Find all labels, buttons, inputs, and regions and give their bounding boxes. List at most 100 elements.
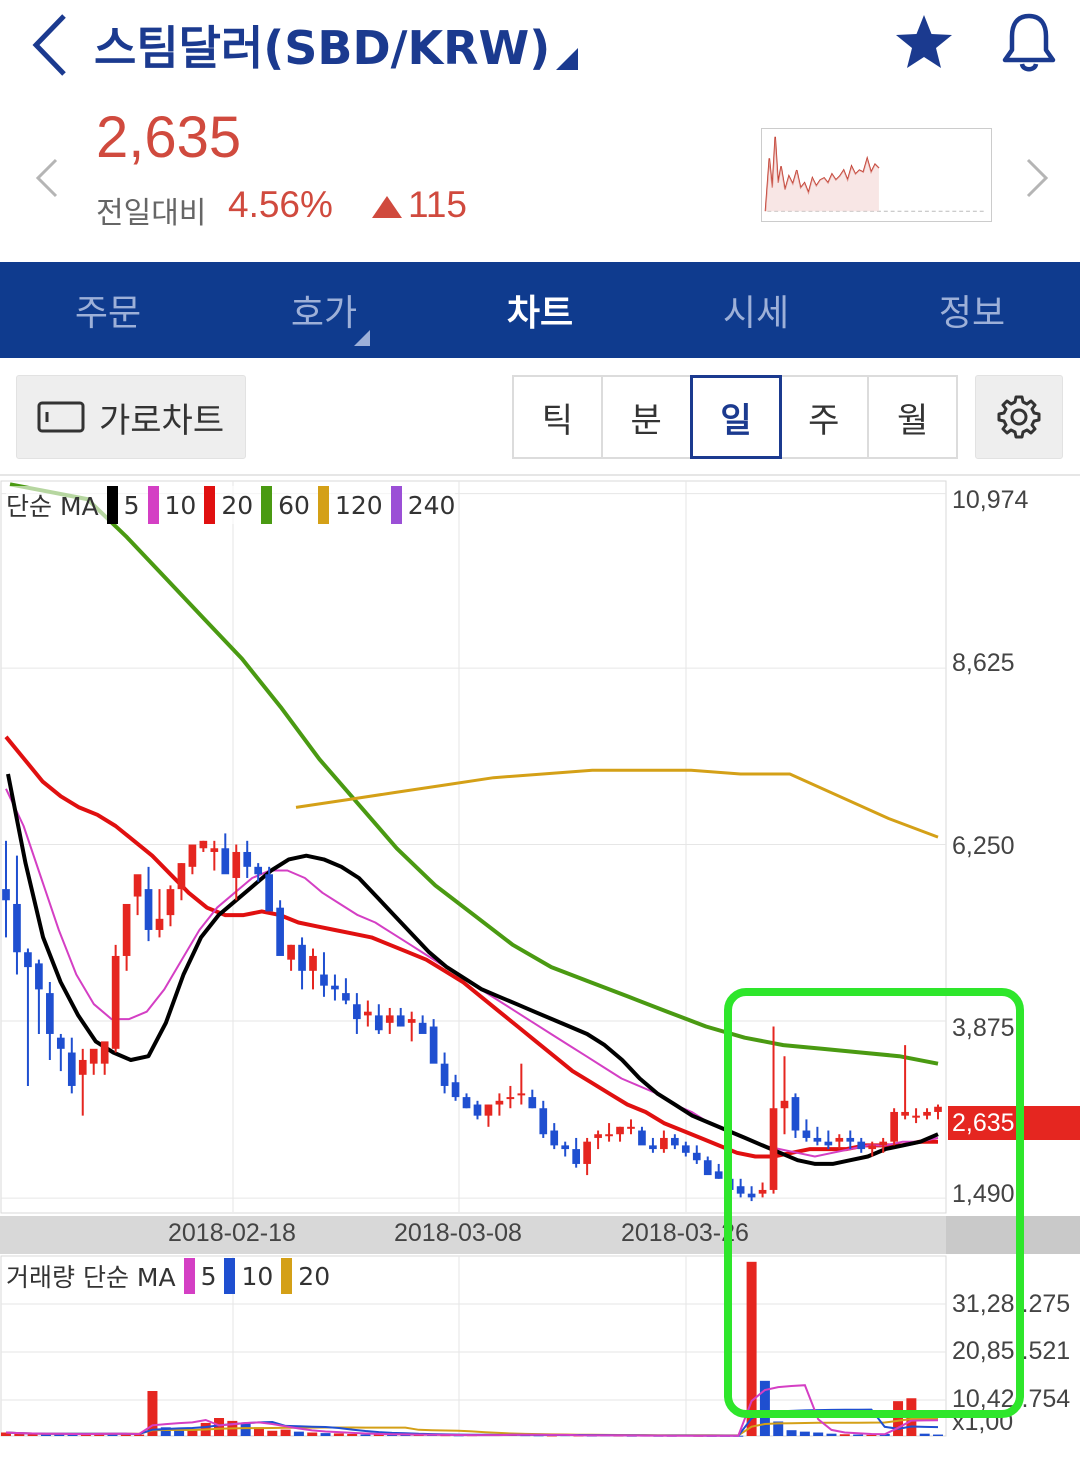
candle-body — [418, 1022, 427, 1034]
candle-body — [407, 1019, 416, 1023]
tab-info[interactable]: 정보 — [864, 262, 1080, 358]
landscape-icon — [37, 401, 85, 433]
change-label: 전일대비 — [96, 196, 207, 231]
vol-ma20-line — [5, 1417, 939, 1437]
landscape-chart-button[interactable]: 가로차트 — [16, 375, 246, 459]
candle-body — [24, 952, 32, 968]
volume-bar — [307, 1432, 318, 1436]
period-day-button[interactable]: 일 — [689, 375, 783, 459]
tab-market[interactable]: 시세 — [648, 262, 864, 358]
period-month-button[interactable]: 월 — [869, 377, 956, 457]
candle-body — [681, 1145, 690, 1153]
tab-orderbook[interactable]: 호가 — [216, 262, 432, 358]
chart-settings-button[interactable] — [975, 375, 1063, 459]
candle-body — [660, 1137, 668, 1150]
ma-legend-title: 단순 MA — [6, 492, 99, 521]
back-chevron-icon[interactable] — [22, 10, 82, 80]
candle-body — [122, 903, 131, 956]
caret-down-icon — [354, 330, 370, 346]
volume-bar — [799, 1431, 810, 1436]
candle-body — [638, 1130, 646, 1146]
ma60-label: 60 — [278, 490, 310, 520]
header: 스팀달러(SBD/KRW) — [0, 0, 1080, 92]
candle-body — [385, 1015, 394, 1023]
x-tick-label: 2018-02-18 — [168, 1219, 296, 1247]
volume-bar — [826, 1433, 837, 1436]
tab-order[interactable]: 주문 — [0, 262, 216, 358]
candle-body — [583, 1141, 591, 1164]
period-minute-button[interactable]: 분 — [603, 377, 692, 457]
tab-label: 차트 — [506, 293, 574, 334]
candle-body — [331, 985, 339, 990]
app-root: 스팀달러(SBD/KRW) 2,635 전일대비 4.56% 115 주문 호가… — [0, 0, 1080, 1464]
landscape-chart-label: 가로차트 — [99, 400, 225, 441]
volume-bar — [267, 1430, 278, 1436]
candle-body — [374, 1015, 383, 1031]
volume-bar — [214, 1418, 225, 1436]
candle-body — [67, 1052, 76, 1086]
candle-body — [56, 1037, 65, 1049]
volume-bar — [813, 1432, 824, 1436]
candle-body — [133, 874, 142, 897]
y-tick-label: 8,625 — [952, 649, 1015, 677]
volume-bar — [293, 1431, 304, 1436]
mini-price-chart[interactable] — [761, 128, 992, 222]
vol-ma20-swatch — [281, 1258, 293, 1294]
candle-body — [550, 1130, 559, 1146]
candle-body — [353, 1004, 361, 1020]
candle-body — [495, 1100, 504, 1105]
tab-label: 정보 — [938, 293, 1006, 334]
period-tick-button[interactable]: 틱 — [514, 377, 603, 457]
star-icon[interactable] — [893, 12, 955, 74]
ma240-swatch — [390, 486, 402, 524]
candle-body — [594, 1134, 602, 1138]
candle-body — [627, 1126, 635, 1129]
y-tick-label: 10,974 — [952, 486, 1029, 514]
tab-label: 시세 — [722, 293, 790, 334]
candle-body — [342, 993, 350, 1001]
candle-body — [473, 1104, 482, 1116]
candle-body — [100, 1041, 109, 1064]
period-selector: 틱 분 일 주 월 — [512, 375, 958, 459]
candle-body — [440, 1063, 449, 1086]
tab-chart[interactable]: 차트 — [432, 262, 648, 358]
candle-body — [166, 889, 175, 916]
highlight-annotation — [724, 988, 1024, 1418]
vol-ma5-swatch — [183, 1258, 195, 1294]
candle-body — [616, 1126, 624, 1135]
ma120-swatch — [317, 486, 329, 524]
prev-chevron-icon[interactable] — [30, 156, 64, 200]
vol-ma5-label: 5 — [200, 1261, 217, 1291]
candle-body — [2, 889, 10, 901]
tab-label: 주문 — [74, 293, 142, 334]
up-triangle-icon — [372, 196, 402, 218]
candle-body — [265, 874, 273, 912]
ma60-swatch — [261, 486, 273, 524]
period-week-button[interactable]: 주 — [780, 377, 870, 457]
gear-icon — [997, 395, 1041, 439]
ma5-label: 5 — [123, 490, 140, 520]
ma120-line — [295, 768, 939, 839]
candle-body — [287, 944, 295, 960]
candle-body — [298, 944, 306, 971]
candle-body — [35, 963, 43, 990]
candle-body — [46, 993, 54, 1034]
bell-icon[interactable] — [998, 10, 1060, 76]
vol-ma10-label: 10 — [241, 1261, 274, 1291]
candle-body — [232, 851, 241, 878]
ma120-label: 120 — [334, 490, 383, 520]
ma60-line — [9, 482, 939, 1066]
candle-body — [199, 840, 208, 849]
ma-legend: 단순 MA 5 10 20 60 120 240 — [6, 486, 456, 524]
candle-body — [396, 1015, 405, 1027]
volume-bar — [280, 1429, 291, 1436]
candle-body — [78, 1059, 87, 1075]
page-title[interactable]: 스팀달러(SBD/KRW) — [94, 12, 550, 78]
ma10-swatch — [147, 486, 159, 524]
next-chevron-icon[interactable] — [1020, 156, 1054, 200]
candle-body — [692, 1152, 701, 1161]
candle-body — [528, 1097, 537, 1109]
candle-body — [539, 1108, 548, 1135]
caret-down-icon[interactable] — [556, 48, 578, 70]
tab-label: 호가 — [290, 293, 358, 334]
